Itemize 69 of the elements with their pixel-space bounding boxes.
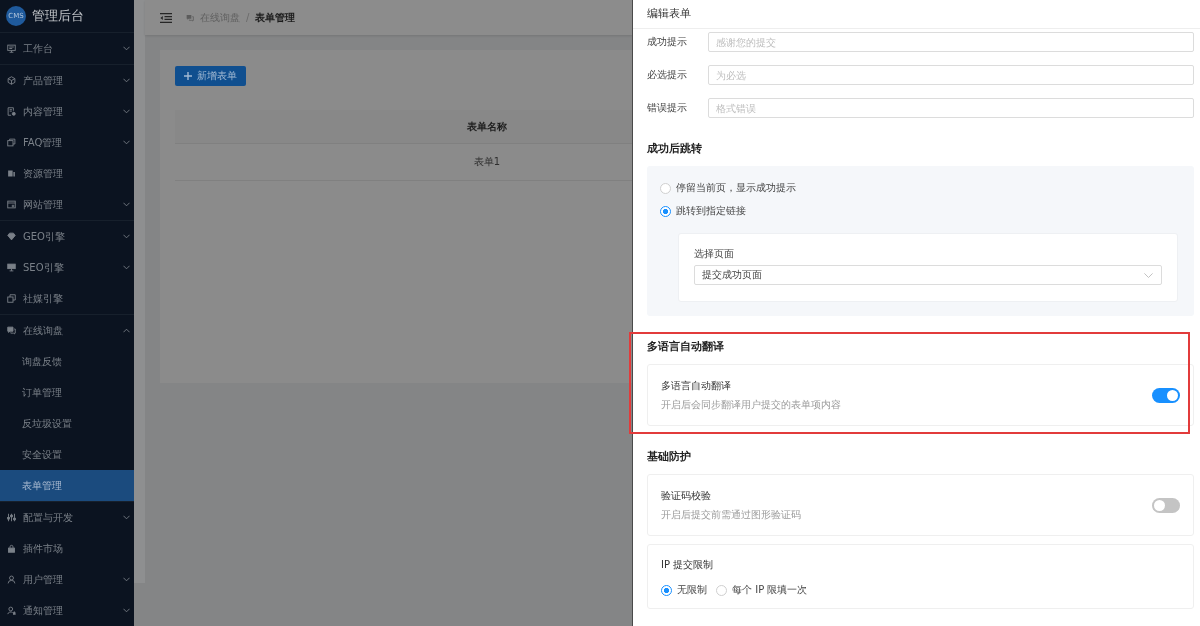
chevron-down-icon (1144, 272, 1153, 278)
field-label: 成功提示 (647, 36, 688, 48)
menu-fold-icon[interactable] (160, 12, 172, 23)
browser-icon (7, 200, 16, 209)
gem-icon (7, 232, 16, 241)
sidebar-subitem[interactable]: 安全设置 (0, 439, 134, 470)
text-input[interactable]: 格式错误 (708, 98, 1194, 118)
drawer-title: 编辑表单 (647, 8, 691, 20)
sidebar-item[interactable]: 产品管理 (0, 65, 134, 96)
monitor-icon (7, 44, 16, 53)
sidebar-item[interactable]: 在线询盘 (0, 315, 134, 346)
user-bell-icon (7, 606, 16, 615)
table-cell: 表单1 (175, 144, 632, 181)
app-title: 管理后台 (32, 7, 84, 25)
radio-label: 停留当前页，显示成功提示 (676, 182, 796, 194)
chat-icon (7, 326, 16, 335)
setting-title: 验证码校验 (661, 489, 712, 503)
sidebar-subitem[interactable]: 订单管理 (0, 377, 134, 408)
sliders-icon (7, 513, 16, 522)
lock-icon (7, 544, 16, 553)
radio-label: 跳转到指定链接 (676, 205, 746, 217)
setting-description: 开启后提交前需通过图形验证码 (661, 509, 801, 521)
sidebar-subitem[interactable]: 反垃圾设置 (0, 408, 134, 439)
sidebar-item[interactable]: 社媒引擎 (0, 283, 134, 314)
toggle-switch[interactable] (1152, 497, 1180, 513)
breadcrumb-current: 表单管理 (255, 10, 296, 25)
screen-icon (7, 263, 16, 272)
sidebar-item[interactable]: 用户管理 (0, 564, 134, 595)
sidebar-item[interactable]: 插件市场 (0, 533, 134, 564)
scrollbar-thumb[interactable] (134, 0, 145, 583)
breadcrumb-separator: / (246, 12, 250, 23)
field-label: 选择页面 (694, 248, 735, 260)
sidebar-subitem[interactable]: 表单管理 (0, 470, 134, 501)
sidebar-item[interactable]: 通知管理 (0, 595, 134, 626)
chat-icon (186, 13, 194, 22)
radio-button[interactable] (660, 182, 671, 194)
radio-button[interactable] (660, 205, 671, 217)
setting-title: 多语言自动翻译 (661, 379, 732, 393)
sidebar-item[interactable]: 网站管理 (0, 189, 134, 220)
sidebar-item[interactable]: FAQ管理 (0, 127, 134, 158)
sidebar-item[interactable]: 资源管理 (0, 158, 134, 189)
radio-button[interactable] (661, 584, 672, 596)
sidebar-subitem[interactable]: 询盘反馈 (0, 346, 134, 377)
field-label: 必选提示 (647, 69, 688, 81)
setting-title: IP 提交限制 (661, 558, 714, 572)
document-icon (7, 107, 16, 116)
radio-label: 每个 IP 限填一次 (732, 584, 808, 596)
sidebar-item[interactable]: GEO引擎 (0, 221, 134, 252)
user-icon (7, 575, 16, 584)
sidebar-item[interactable]: 工作台 (0, 33, 134, 64)
radio-label: 无限制 (677, 584, 707, 596)
toggle-switch[interactable] (1152, 387, 1180, 403)
field-label: 错误提示 (647, 102, 688, 114)
plus-icon (184, 72, 192, 80)
setting-description: 开启后会同步翻译用户提交的表单项内容 (661, 399, 841, 411)
sidebar-item[interactable]: 配置与开发 (0, 502, 134, 533)
sidebar-item[interactable]: 内容管理 (0, 96, 134, 127)
section-title: 成功后跳转 (647, 142, 703, 156)
add-form-button[interactable]: 新增表单 (175, 66, 246, 86)
sidebar-item[interactable]: SEO引擎 (0, 252, 134, 283)
text-input[interactable]: 感谢您的提交 (708, 32, 1194, 52)
windows-icon (7, 138, 16, 147)
cube-icon (7, 76, 16, 85)
radio-button[interactable] (716, 584, 727, 596)
page-select[interactable]: 提交成功页面 (694, 265, 1162, 285)
stack-icon (7, 169, 16, 178)
section-title: 基础防护 (647, 450, 692, 464)
section-title: 多语言自动翻译 (647, 340, 725, 354)
copy-icon (7, 294, 16, 303)
